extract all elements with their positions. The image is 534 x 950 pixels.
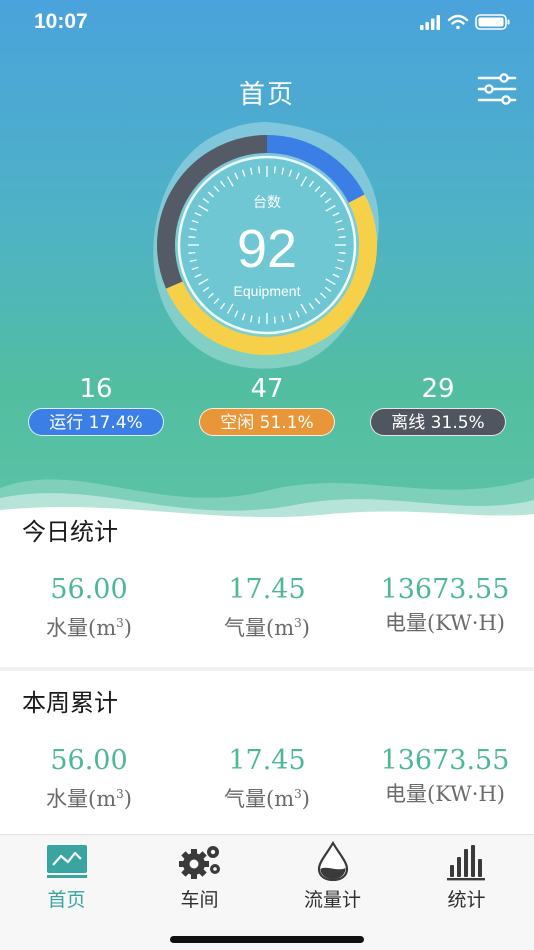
signal-icon xyxy=(420,15,440,30)
today-water-value: 56.00 xyxy=(50,574,128,605)
gauge-tick xyxy=(258,166,261,174)
week-power-value: 13673.55 xyxy=(380,745,510,776)
gauge-tick xyxy=(273,316,276,324)
today-gas-value: 17.45 xyxy=(228,574,306,605)
today-gas-label: 气量(m3) xyxy=(224,616,310,640)
equipment-gauge: 台数 92 Equipment xyxy=(153,122,379,369)
week-gas-label: 气量(m3) xyxy=(224,787,310,811)
status-bar: 10:07 xyxy=(0,0,534,44)
gauge-tick xyxy=(258,316,261,324)
today-section: 今日统计 56.00 水量(m3) 17.45 气量(m3) 13673.55 … xyxy=(0,518,534,667)
today-title: 今日统计 xyxy=(22,518,118,546)
week-section: 本周累计 56.00 水量(m3) 17.45 气量(m3) 13673.55 … xyxy=(0,671,534,834)
wifi-icon xyxy=(447,14,469,30)
week-power-label: 电量(KW·H) xyxy=(385,782,505,806)
today-water-label: 水量(m3) xyxy=(46,616,132,640)
status-time: 10:07 xyxy=(34,10,88,33)
gauge-tick xyxy=(273,166,276,174)
running-badge[interactable]: 运行 17.4% xyxy=(28,408,164,436)
tab-home[interactable]: 首页 xyxy=(0,835,133,915)
idle-badge[interactable]: 空闲 51.1% xyxy=(199,408,335,436)
week-gas-value: 17.45 xyxy=(228,745,306,776)
today-water: 56.00 水量(m3) xyxy=(0,574,178,643)
today-gas: 17.45 气量(m3) xyxy=(178,574,356,643)
status-icons xyxy=(420,14,510,30)
bar-chart-icon xyxy=(447,845,485,881)
stat-offline: 29 离线 31.5% xyxy=(363,374,513,436)
week-power: 13673.55 电量(KW·H) xyxy=(356,745,534,809)
gauge-tick xyxy=(338,251,346,254)
running-count: 16 xyxy=(79,374,113,404)
battery-icon xyxy=(475,14,510,30)
gauge-tick xyxy=(188,251,196,254)
today-power: 13673.55 电量(KW·H) xyxy=(356,574,534,638)
offline-badge[interactable]: 离线 31.5% xyxy=(370,408,506,436)
wave-decoration xyxy=(0,478,534,520)
gauge-tick xyxy=(188,236,196,239)
week-title: 本周累计 xyxy=(22,689,118,717)
gears-icon xyxy=(179,846,220,879)
gauge-caption-bottom: Equipment xyxy=(234,283,301,299)
tab-flowmeter[interactable]: 流量计 xyxy=(266,835,399,915)
monitor-chart-icon xyxy=(47,845,87,878)
gauge-caption-top: 台数 xyxy=(253,195,281,211)
page-title: 首页 xyxy=(238,80,295,110)
week-water: 56.00 水量(m3) xyxy=(0,745,178,814)
tab-home-label: 首页 xyxy=(47,889,86,911)
tab-statistics-label: 统计 xyxy=(447,889,486,911)
week-water-label: 水量(m3) xyxy=(46,787,132,811)
today-power-label: 电量(KW·H) xyxy=(385,611,505,635)
gauge-total: 92 xyxy=(237,219,297,279)
tab-bar: 首页 车间 流量计 统计 xyxy=(0,834,534,950)
offline-count: 29 xyxy=(421,374,455,404)
water-drop-icon xyxy=(317,841,349,881)
tab-workshop-label: 车间 xyxy=(180,889,219,911)
week-water-value: 56.00 xyxy=(50,745,128,776)
tab-flowmeter-label: 流量计 xyxy=(303,889,361,911)
week-gas: 17.45 气量(m3) xyxy=(178,745,356,814)
gauge-tick xyxy=(338,236,346,239)
filter-menu-icon[interactable] xyxy=(476,72,518,106)
tab-workshop[interactable]: 车间 xyxy=(133,835,266,915)
stat-idle: 47 空闲 51.1% xyxy=(192,374,342,436)
home-indicator[interactable] xyxy=(170,936,364,943)
idle-count: 47 xyxy=(250,374,284,404)
stat-running: 16 运行 17.4% xyxy=(21,374,171,436)
header-hero: 10:07 首页 台数 92 Equipment 16 运行 17.4% 47 … xyxy=(0,0,534,520)
today-power-value: 13673.55 xyxy=(380,574,510,605)
tab-statistics[interactable]: 统计 xyxy=(400,835,533,915)
